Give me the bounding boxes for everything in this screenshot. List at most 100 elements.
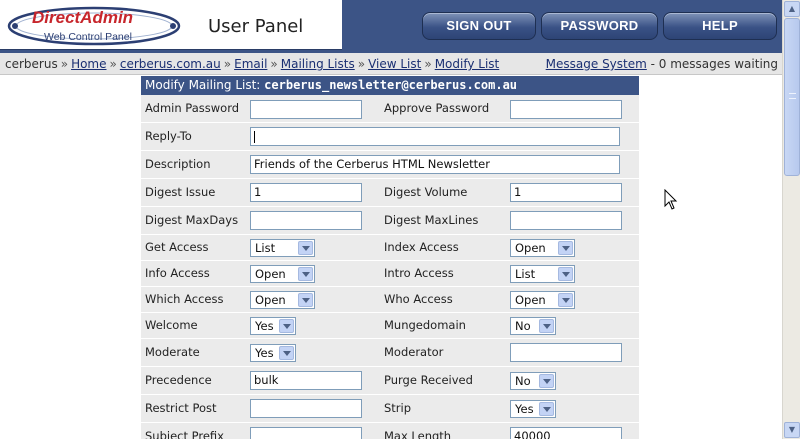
moderate-label: Moderate (145, 345, 200, 359)
welcome-select[interactable]: Yes (250, 317, 296, 335)
form-row: Which Access Open Who Access Open (141, 287, 639, 313)
max-length-input[interactable]: 40000 (510, 427, 622, 439)
approve-password-input[interactable] (510, 100, 622, 119)
message-system-link[interactable]: Message System (546, 57, 647, 71)
breadcrumb-bar: cerberus» Home» cerberus.com.au» Email» Mail… (0, 53, 782, 75)
header-bar: DirectAdmin Web Control Panel User Panel… (0, 0, 782, 53)
mungedomain-label: Mungedomain (384, 318, 466, 332)
get-access-select[interactable]: List (250, 239, 315, 257)
mouse-pointer-icon (664, 189, 678, 210)
description-label: Description (145, 157, 211, 171)
list-address: cerberus_newsletter@cerberus.com.au (264, 78, 518, 92)
get-access-label: Get Access (145, 240, 209, 254)
who-access-label: Who Access (384, 292, 453, 306)
form-row: Moderate Yes Moderator (141, 339, 639, 367)
dropdown-arrow-icon[interactable] (558, 293, 573, 307)
message-status: Message System - 0 messages waiting (546, 53, 778, 75)
approve-password-label: Approve Password (384, 101, 490, 115)
moderate-select[interactable]: Yes (250, 344, 296, 362)
description-input[interactable]: Friends of the Cerberus HTML Newsletter (250, 155, 620, 174)
form-row: Info Access Open Intro Access List (141, 261, 639, 287)
dropdown-arrow-icon[interactable] (539, 374, 554, 388)
form-title: Modify Mailing List: cerberus_newsletter… (141, 76, 639, 95)
breadcrumb-home-link[interactable]: Home (71, 57, 106, 71)
info-access-select[interactable]: Open (250, 265, 315, 283)
form-row: Subject Prefix Max Length 40000 (141, 423, 639, 439)
breadcrumb-user: cerberus (5, 57, 58, 71)
text-caret (254, 130, 255, 143)
breadcrumb-email-link[interactable]: Email (234, 57, 267, 71)
digest-issue-label: Digest Issue (145, 185, 216, 199)
max-length-label: Max Length (384, 429, 452, 439)
svg-text:DirectAdmin: DirectAdmin (32, 8, 133, 27)
index-access-select[interactable]: Open (510, 239, 575, 257)
password-button[interactable]: PASSWORD (541, 12, 658, 40)
breadcrumb-domain-link[interactable]: cerberus.com.au (120, 57, 221, 71)
intro-access-label: Intro Access (384, 266, 454, 280)
breadcrumb: cerberus» Home» cerberus.com.au» Email» Mail… (5, 57, 500, 71)
restrict-post-label: Restrict Post (145, 401, 217, 415)
messages-waiting-text: - 0 messages waiting (650, 57, 778, 71)
admin-password-input[interactable] (250, 100, 362, 119)
digest-issue-input[interactable]: 1 (250, 183, 362, 202)
dropdown-arrow-icon[interactable] (298, 267, 313, 281)
breadcrumb-modify-list-link[interactable]: Modify List (435, 57, 500, 71)
digest-volume-input[interactable]: 1 (510, 183, 622, 202)
vertical-scrollbar[interactable]: ▲ ▼ (782, 0, 800, 439)
scrollbar-thumb[interactable] (784, 18, 800, 176)
directadmin-logo[interactable]: DirectAdmin Web Control Panel (6, 5, 182, 47)
who-access-select[interactable]: Open (510, 291, 575, 309)
digest-maxlines-input[interactable] (510, 211, 622, 230)
dropdown-arrow-icon[interactable] (298, 293, 313, 307)
subject-prefix-input[interactable] (250, 427, 362, 439)
dropdown-arrow-icon[interactable] (279, 319, 294, 333)
form-row: Digest Issue 1 Digest Volume 1 (141, 179, 639, 207)
precedence-label: Precedence (145, 373, 212, 387)
breadcrumb-mailing-lists-link[interactable]: Mailing Lists (281, 57, 355, 71)
precedence-input[interactable]: bulk (250, 371, 362, 390)
subject-prefix-label: Subject Prefix (145, 429, 224, 439)
dropdown-arrow-icon[interactable] (279, 346, 294, 360)
digest-maxdays-label: Digest MaxDays (145, 213, 239, 227)
purge-received-label: Purge Received (384, 373, 473, 387)
info-access-label: Info Access (145, 266, 210, 280)
restrict-post-input[interactable] (250, 399, 362, 418)
modify-mailing-list-form: Modify Mailing List: cerberus_newsletter… (141, 76, 639, 439)
form-row: Digest MaxDays Digest MaxLines (141, 207, 639, 235)
form-row: Description Friends of the Cerberus HTML… (141, 151, 639, 179)
form-row: Admin Password Approve Password (141, 95, 639, 123)
which-access-select[interactable]: Open (250, 291, 315, 309)
reply-to-input[interactable] (250, 127, 620, 146)
intro-access-select[interactable]: List (510, 265, 575, 283)
welcome-label: Welcome (145, 318, 198, 332)
dropdown-arrow-icon[interactable] (298, 241, 313, 255)
logo-area: DirectAdmin Web Control Panel User Panel (0, 0, 342, 50)
strip-label: Strip (384, 401, 412, 415)
moderator-label: Moderator (384, 345, 444, 359)
digest-maxdays-input[interactable] (250, 211, 362, 230)
dropdown-arrow-icon[interactable] (539, 402, 554, 416)
svg-text:Web Control Panel: Web Control Panel (44, 31, 132, 43)
scrollbar-grip-icon (789, 93, 796, 99)
scroll-down-icon[interactable]: ▼ (784, 422, 800, 438)
mungedomain-select[interactable]: No (510, 317, 556, 335)
breadcrumb-view-list-link[interactable]: View List (368, 57, 421, 71)
dropdown-arrow-icon[interactable] (539, 319, 554, 333)
form-row: Reply-To (141, 123, 639, 151)
sign-out-button[interactable]: SIGN OUT (422, 12, 536, 40)
dropdown-arrow-icon[interactable] (558, 267, 573, 281)
reply-to-label: Reply-To (145, 129, 192, 143)
admin-password-label: Admin Password (145, 101, 240, 115)
strip-select[interactable]: Yes (510, 400, 556, 418)
form-row: Restrict Post Strip Yes (141, 395, 639, 423)
scroll-up-icon[interactable]: ▲ (784, 1, 800, 17)
form-row: Precedence bulk Purge Received No (141, 367, 639, 395)
purge-received-select[interactable]: No (510, 372, 556, 390)
which-access-label: Which Access (145, 292, 224, 306)
panel-title: User Panel (208, 16, 304, 37)
form-row: Get Access List Index Access Open (141, 235, 639, 261)
digest-volume-label: Digest Volume (384, 185, 468, 199)
moderator-input[interactable] (510, 343, 622, 362)
dropdown-arrow-icon[interactable] (558, 241, 573, 255)
help-button[interactable]: HELP (663, 12, 777, 40)
